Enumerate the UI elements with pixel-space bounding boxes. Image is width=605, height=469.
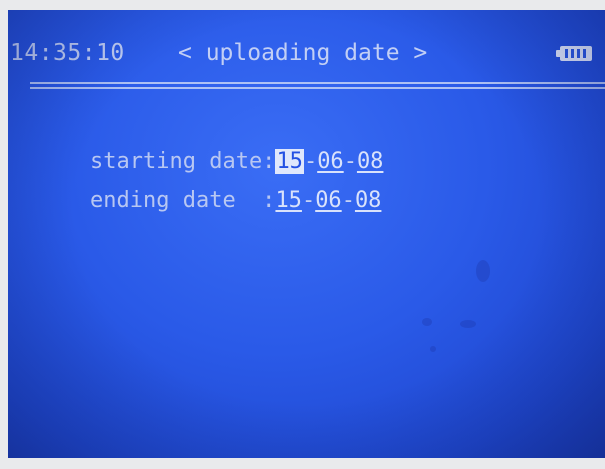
screen-vignette <box>8 10 605 458</box>
date-separator: - <box>303 149 318 174</box>
screen-smudge <box>460 320 476 328</box>
header-divider-top <box>30 82 605 84</box>
battery-cell <box>577 49 580 58</box>
page-title: < uploading date > <box>178 40 428 66</box>
status-bar: 14:35:10 < uploading date > <box>8 40 605 72</box>
screen-smudge <box>422 318 432 326</box>
ending-date-row: ending date :15-06-08 <box>90 188 381 213</box>
ending-date-year-field[interactable]: 15 <box>275 188 302 213</box>
screen-smudge <box>430 346 436 352</box>
clock-time: 14:35:10 <box>10 40 125 66</box>
starting-date-label: starting date: <box>90 149 276 174</box>
lcd-screen: 14:35:10 < uploading date > starting dat… <box>8 10 605 458</box>
battery-icon <box>556 46 594 61</box>
screen-smudge <box>476 260 490 282</box>
battery-cell <box>565 49 568 58</box>
ending-date-month-field[interactable]: 06 <box>315 188 342 213</box>
battery-body <box>560 46 592 61</box>
starting-date-month-field[interactable]: 06 <box>317 149 344 174</box>
date-separator: - <box>341 188 355 213</box>
starting-date-day-field[interactable]: 08 <box>357 149 384 174</box>
starting-date-row: starting date:15-06-08 <box>90 149 383 174</box>
date-separator: - <box>301 188 316 213</box>
ending-date-label: ending date : <box>90 188 276 213</box>
starting-date-year-field[interactable]: 15 <box>275 149 304 174</box>
battery-cell <box>583 49 586 58</box>
ending-date-day-field[interactable]: 08 <box>355 188 382 213</box>
date-separator: - <box>343 149 357 174</box>
battery-cell <box>571 49 574 58</box>
header-divider-bottom <box>30 87 605 89</box>
